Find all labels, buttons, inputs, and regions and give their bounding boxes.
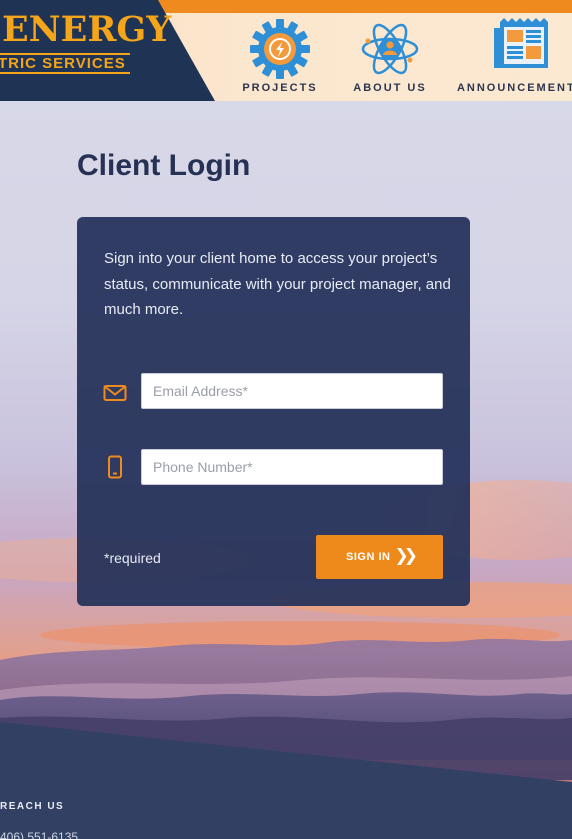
footer-heading: REACH US	[0, 801, 65, 812]
page-title: Client Login	[77, 149, 251, 182]
sign-in-label: SIGN IN	[346, 551, 391, 563]
nav-about-label: ABOUT US	[353, 82, 427, 94]
newspaper-icon	[494, 18, 548, 68]
nav-announcements-label: ANNOUNCEMENTS	[456, 82, 572, 94]
nav-about-us[interactable]: ABOUT US	[345, 16, 435, 98]
phone-field[interactable]	[141, 449, 443, 485]
login-card: Sign into your client home to access you…	[77, 217, 470, 606]
double-chevron-right-icon: ❯❯	[394, 546, 417, 566]
gear-bolt-icon	[250, 19, 310, 79]
mobile-phone-icon	[108, 455, 122, 479]
footer-phone-link[interactable]: (406) 551-6135	[0, 830, 78, 839]
nav-announcements[interactable]: ANNOUNCEMENTS	[456, 16, 572, 98]
logo-subtitle[interactable]: TRIC SERVICES	[0, 53, 130, 74]
sign-in-button[interactable]: SIGN IN ❯❯	[316, 535, 443, 579]
envelope-icon	[103, 385, 127, 401]
nav-projects[interactable]: PROJECTS	[236, 16, 324, 98]
nav-projects-label: PROJECTS	[242, 82, 318, 94]
login-intro-text: Sign into your client home to access you…	[104, 250, 451, 318]
atom-person-icon	[361, 23, 419, 75]
required-note: *required	[104, 550, 161, 566]
email-field[interactable]	[141, 373, 443, 409]
site-header: ENERGY TRIC SERVICES PROJECTS ABOUT US A…	[0, 0, 572, 101]
logo-title[interactable]: ENERGY	[2, 12, 171, 47]
